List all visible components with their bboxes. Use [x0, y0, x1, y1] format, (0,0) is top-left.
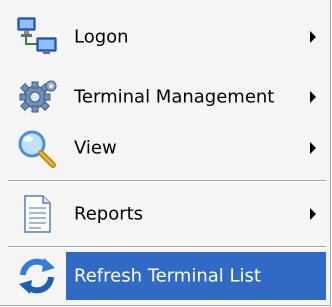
gears-icon: [14, 75, 60, 119]
menu-item-terminal-management[interactable]: Terminal Management: [6, 70, 326, 124]
refresh-arrows-icon: [14, 254, 60, 298]
menu-item-refresh-terminal-list[interactable]: Refresh Terminal List: [6, 248, 326, 304]
menu-item-label: Logon: [74, 26, 129, 48]
submenu-arrow-icon: [310, 91, 316, 103]
menu-item-label: Reports: [74, 203, 144, 225]
menu-item-label: View: [74, 137, 117, 159]
menu-item-reports[interactable]: Reports: [6, 188, 326, 240]
menu-separator: [8, 180, 326, 182]
context-menu: Logon Terminal Management View Reports R…: [0, 0, 331, 306]
submenu-arrow-icon: [310, 208, 316, 220]
submenu-arrow-icon: [310, 31, 316, 43]
menu-item-label: Refresh Terminal List: [74, 265, 261, 287]
network-computers-icon: [14, 15, 60, 59]
magnifier-icon: [14, 126, 60, 170]
document-icon: [14, 192, 60, 236]
menu-item-view[interactable]: View: [6, 124, 326, 172]
menu-item-logon[interactable]: Logon: [6, 4, 326, 70]
menu-item-label: Terminal Management: [74, 86, 275, 108]
submenu-arrow-icon: [310, 142, 316, 154]
